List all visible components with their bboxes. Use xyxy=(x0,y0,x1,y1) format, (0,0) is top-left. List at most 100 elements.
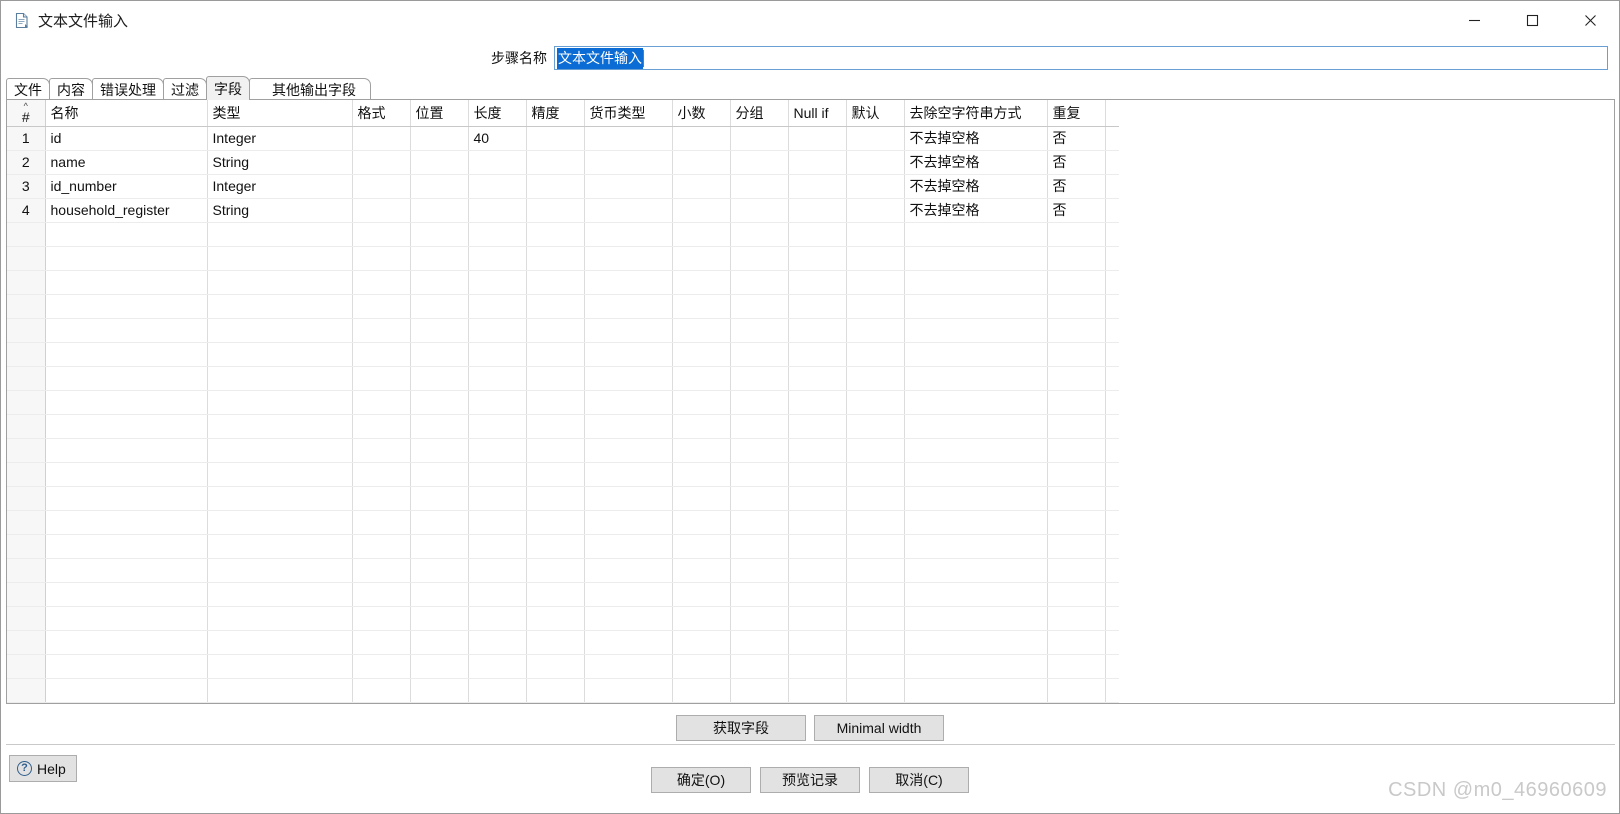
cell-null-if[interactable] xyxy=(788,342,847,367)
cell-name[interactable] xyxy=(45,582,208,607)
cell-precision[interactable] xyxy=(526,462,585,487)
cell-group[interactable] xyxy=(730,126,789,151)
cell-format[interactable] xyxy=(352,678,411,703)
cell-currency[interactable] xyxy=(584,222,673,247)
column-header-name[interactable]: 名称 xyxy=(45,100,208,127)
cell-default[interactable] xyxy=(846,678,905,703)
cell-trim[interactable] xyxy=(904,510,1048,535)
column-header-length[interactable]: 长度 xyxy=(468,100,527,127)
cell-null-if[interactable] xyxy=(788,534,847,559)
cell-null-if[interactable] xyxy=(788,510,847,535)
cell-decimal[interactable] xyxy=(672,678,731,703)
cell-repeat[interactable] xyxy=(1047,534,1106,559)
cell-name[interactable]: name xyxy=(45,150,208,175)
cell-currency[interactable] xyxy=(584,438,673,463)
tab-fields[interactable]: 字段 xyxy=(206,76,250,100)
table-row-empty[interactable] xyxy=(7,678,1119,703)
cell-currency[interactable] xyxy=(584,606,673,631)
cell-decimal[interactable] xyxy=(672,174,731,199)
table-row-empty[interactable] xyxy=(7,318,1119,343)
cell-trim[interactable]: 不去掉空格 xyxy=(904,198,1048,223)
cell-precision[interactable] xyxy=(526,510,585,535)
cell-length[interactable] xyxy=(468,654,527,679)
cell-decimal[interactable] xyxy=(672,414,731,439)
cell-position[interactable] xyxy=(410,366,469,391)
cell-precision[interactable] xyxy=(526,150,585,175)
cell-currency[interactable] xyxy=(584,558,673,583)
cell-default[interactable] xyxy=(846,438,905,463)
cell-null-if[interactable] xyxy=(788,174,847,199)
cell-position[interactable] xyxy=(410,414,469,439)
cell-length[interactable] xyxy=(468,342,527,367)
cell-length[interactable] xyxy=(468,630,527,655)
cell-trim[interactable] xyxy=(904,630,1048,655)
cell-name[interactable] xyxy=(45,486,208,511)
cell-group[interactable] xyxy=(730,438,789,463)
cell-decimal[interactable] xyxy=(672,222,731,247)
cell-group[interactable] xyxy=(730,366,789,391)
cell-repeat[interactable] xyxy=(1047,342,1106,367)
cell-format[interactable] xyxy=(352,366,411,391)
cell-position[interactable] xyxy=(410,630,469,655)
cell-currency[interactable] xyxy=(584,678,673,703)
cell-type[interactable] xyxy=(207,294,353,319)
cell-repeat[interactable] xyxy=(1047,414,1106,439)
cell-length[interactable] xyxy=(468,150,527,175)
cell-default[interactable] xyxy=(846,126,905,151)
cell-position[interactable] xyxy=(410,654,469,679)
cell-repeat[interactable] xyxy=(1047,654,1106,679)
cell-repeat[interactable] xyxy=(1047,222,1106,247)
cell-group[interactable] xyxy=(730,390,789,415)
cell-name[interactable] xyxy=(45,438,208,463)
cell-group[interactable] xyxy=(730,510,789,535)
cell-length[interactable] xyxy=(468,606,527,631)
cell-precision[interactable] xyxy=(526,390,585,415)
cell-type[interactable]: String xyxy=(207,198,353,223)
cell-default[interactable] xyxy=(846,582,905,607)
cell-default[interactable] xyxy=(846,342,905,367)
cell-type[interactable] xyxy=(207,390,353,415)
cell-type[interactable] xyxy=(207,654,353,679)
table-row-empty[interactable] xyxy=(7,630,1119,655)
cell-name[interactable] xyxy=(45,534,208,559)
cell-precision[interactable] xyxy=(526,174,585,199)
cell-decimal[interactable] xyxy=(672,294,731,319)
cell-length[interactable] xyxy=(468,222,527,247)
cell-null-if[interactable] xyxy=(788,462,847,487)
table-row-empty[interactable] xyxy=(7,246,1119,271)
cell-default[interactable] xyxy=(846,294,905,319)
cell-currency[interactable] xyxy=(584,246,673,271)
cell-repeat[interactable]: 否 xyxy=(1047,150,1106,175)
column-header-position[interactable]: 位置 xyxy=(410,100,469,127)
column-header-group[interactable]: 分组 xyxy=(730,100,789,127)
cell-group[interactable] xyxy=(730,174,789,199)
cell-type[interactable] xyxy=(207,222,353,247)
cell-repeat[interactable] xyxy=(1047,366,1106,391)
cell-position[interactable] xyxy=(410,558,469,583)
cell-decimal[interactable] xyxy=(672,318,731,343)
cell-null-if[interactable] xyxy=(788,630,847,655)
table-row-empty[interactable] xyxy=(7,414,1119,439)
cell-repeat[interactable] xyxy=(1047,630,1106,655)
cell-currency[interactable] xyxy=(584,342,673,367)
cell-precision[interactable] xyxy=(526,318,585,343)
cell-length[interactable] xyxy=(468,246,527,271)
cell-position[interactable] xyxy=(410,150,469,175)
column-header-repeat[interactable]: 重复 xyxy=(1047,100,1106,127)
cell-precision[interactable] xyxy=(526,342,585,367)
column-header-currency[interactable]: 货币类型 xyxy=(584,100,673,127)
get-fields-button[interactable]: 获取字段 xyxy=(676,715,806,741)
cell-format[interactable] xyxy=(352,126,411,151)
cell-null-if[interactable] xyxy=(788,390,847,415)
cell-repeat[interactable]: 否 xyxy=(1047,174,1106,199)
cell-default[interactable] xyxy=(846,654,905,679)
cell-format[interactable] xyxy=(352,462,411,487)
cell-trim[interactable] xyxy=(904,246,1048,271)
cell-precision[interactable] xyxy=(526,678,585,703)
cell-precision[interactable] xyxy=(526,534,585,559)
cell-default[interactable] xyxy=(846,390,905,415)
table-row-empty[interactable] xyxy=(7,390,1119,415)
cell-null-if[interactable] xyxy=(788,366,847,391)
cell-group[interactable] xyxy=(730,462,789,487)
cell-length[interactable] xyxy=(468,270,527,295)
